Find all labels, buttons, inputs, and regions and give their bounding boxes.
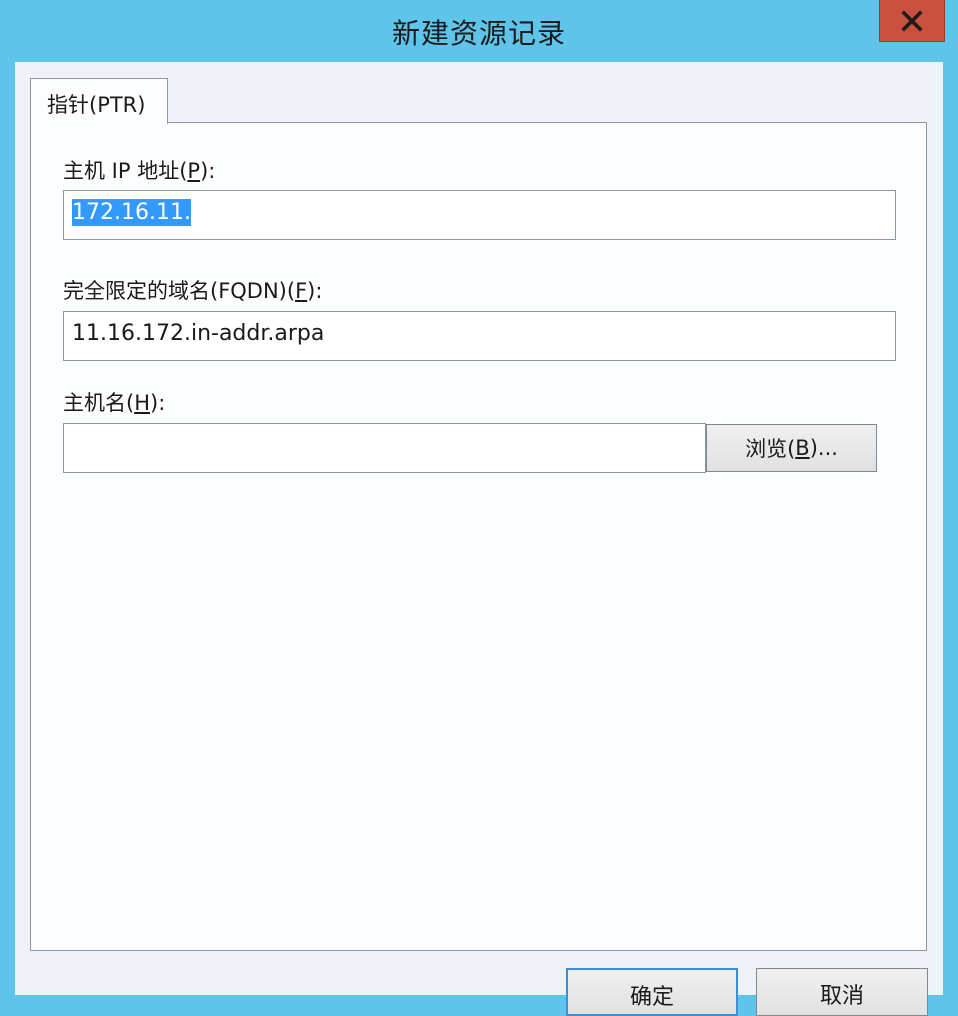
window-title: 新建资源记录 — [391, 17, 566, 50]
title-bar: 新建资源记录 — [0, 0, 958, 62]
browse-accesskey: B — [795, 436, 810, 460]
ip-label-accesskey: P — [187, 159, 201, 183]
browse-label: 浏览( — [745, 437, 796, 461]
close-button[interactable] — [879, 0, 945, 42]
host-label-suffix: ): — [150, 391, 166, 415]
fqdn-label-text: 完全限定的域名(FQDN)( — [63, 279, 296, 303]
ip-address-input[interactable]: 172.16.11. — [63, 190, 896, 240]
ip-address-label: 主机 IP 地址(P): — [63, 155, 215, 185]
tab-ptr[interactable]: 指针(PTR) — [30, 78, 168, 124]
fqdn-value: 11.16.172.in-addr.arpa — [72, 321, 325, 346]
ip-label-suffix: ): — [200, 159, 216, 183]
cancel-button[interactable]: 取消 — [756, 968, 928, 1016]
ok-label: 确定 — [629, 985, 674, 1010]
fqdn-label: 完全限定的域名(FQDN)(F): — [63, 275, 322, 305]
host-label-accesskey: H — [134, 391, 150, 415]
fqdn-input[interactable]: 11.16.172.in-addr.arpa — [63, 311, 896, 361]
host-name-input[interactable] — [63, 423, 706, 473]
ip-label-text: 主机 IP 地址( — [63, 159, 188, 183]
close-icon — [901, 9, 923, 32]
host-name-label: 主机名(H): — [63, 387, 165, 417]
cancel-label: 取消 — [819, 984, 864, 1009]
browse-label-suffix: )... — [809, 436, 838, 460]
tab-panel: 主机 IP 地址(P): 172.16.11. 完全限定的域名(FQDN)(F)… — [30, 122, 927, 951]
fqdn-label-accesskey: F — [295, 279, 308, 303]
dialog-body: 指针(PTR) 主机 IP 地址(P): 172.16.11. 完全限定的域名(… — [15, 62, 943, 1016]
host-label-text: 主机名( — [63, 391, 135, 415]
browse-button[interactable]: 浏览(B)... — [706, 424, 877, 472]
fqdn-label-suffix: ): — [307, 279, 323, 303]
ok-button[interactable]: 确定 — [566, 968, 738, 1016]
tab-ptr-label: 指针(PTR) — [47, 93, 146, 117]
ip-address-value: 172.16.11. — [72, 199, 191, 226]
